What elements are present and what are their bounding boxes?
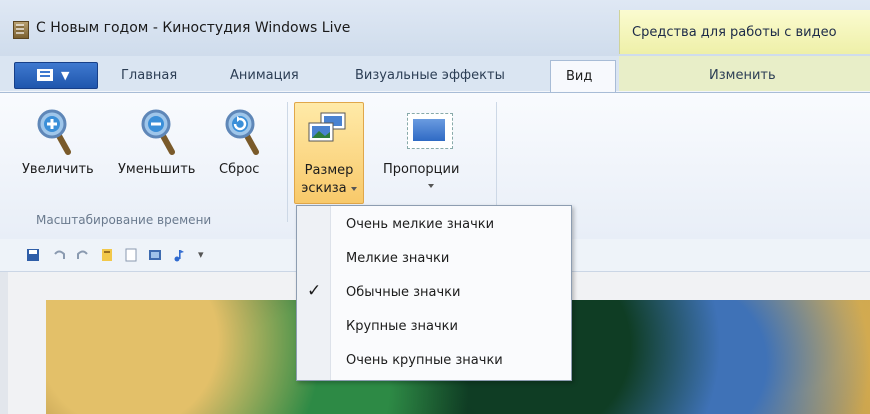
left-edge [0,272,8,414]
tab-animation[interactable]: Анимация [230,68,299,83]
tab-view-label: Вид [566,69,593,84]
menu-item-medium-icons[interactable]: Обычные значки [331,278,567,308]
thumbnail-size-button[interactable]: Размер эскиза [294,102,364,204]
menu-item-label: Крупные значки [346,319,458,334]
zoom-reset-icon [225,109,259,155]
tab-visual-effects[interactable]: Визуальные эффекты [355,68,505,83]
menu-item-extra-large-icons[interactable]: Очень крупные значки [331,346,567,376]
menu-item-label: Очень крупные значки [346,353,503,368]
new-project-icon[interactable] [100,248,114,262]
zoom-in-icon [37,109,71,155]
menu-item-extra-small-icons[interactable]: Очень мелкие значки [331,210,567,240]
dropdown-arrow-icon [350,186,357,191]
dropdown-arrow-icon[interactable] [428,184,434,188]
music-note-icon[interactable] [172,248,186,262]
thumbnail-size-menu: Очень мелкие значки Мелкие значки Обычны… [296,205,572,381]
zoom-group-label: Масштабирование времени [36,213,212,227]
aspect-ratio-icon[interactable] [407,113,453,149]
thumbnail-size-icon [308,112,346,142]
thumbnail-size-label-line2: эскиза [295,181,363,196]
menu-item-label: Обычные значки [346,285,461,300]
save-icon[interactable] [26,248,40,262]
undo-icon[interactable] [52,248,66,262]
context-group-label: Средства для работы с видео [632,25,837,40]
tab-home[interactable]: Главная [121,68,177,83]
aspect-ratio-label[interactable]: Пропорции [383,162,459,177]
menu-item-label: Мелкие значки [346,251,450,266]
video-tools-context-header: Средства для работы с видео [619,10,870,54]
customize-toolbar-dropdown-icon[interactable]: ▾ [198,248,204,261]
menu-item-large-icons[interactable]: Крупные значки [331,312,567,342]
menu-item-small-icons[interactable]: Мелкие значки [331,244,567,274]
tab-edit-container: Изменить [619,56,870,91]
blank-page-icon[interactable] [124,248,138,262]
zoom-out-icon [141,109,175,155]
window-title: С Новым годом - Киностудия Windows Live [36,20,351,36]
tab-view[interactable]: Вид [550,60,616,94]
redo-icon[interactable] [76,248,90,262]
file-menu-icon [37,69,53,81]
checkmark-icon: ✓ [307,281,322,301]
group-divider [287,102,288,222]
zoom-reset-label: Сброс [219,162,260,177]
movie-maker-app-icon [13,21,29,39]
tab-edit[interactable]: Изменить [709,68,776,83]
thumbnail-size-label-text: эскиза [301,181,347,196]
zoom-out-label: Уменьшить [118,162,196,177]
film-icon[interactable] [148,248,162,262]
chevron-down-icon: ▼ [61,69,70,82]
zoom-in-label: Увеличить [22,162,94,177]
group-divider [496,102,497,222]
thumbnail-size-label-line1: Размер [304,163,354,178]
file-menu-button[interactable]: ▼ [14,62,98,89]
menu-item-label: Очень мелкие значки [346,217,495,232]
